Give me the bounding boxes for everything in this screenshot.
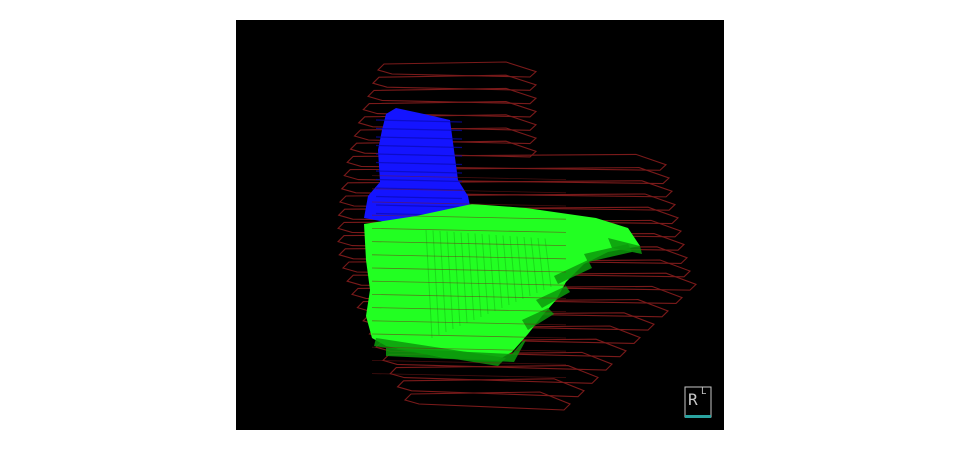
orientation-label: R: [688, 390, 698, 409]
contour-slice: [371, 74, 538, 91]
contour-slice: [376, 61, 538, 78]
contour-slice: [403, 391, 571, 411]
contour-slice: [367, 87, 538, 105]
volume-render-scene[interactable]: [236, 20, 724, 430]
segmented-structures: [364, 108, 642, 366]
orientation-superscript: L: [701, 387, 707, 397]
3d-viewport[interactable]: R L: [236, 20, 724, 430]
orientation-widget[interactable]: R L: [684, 386, 714, 420]
